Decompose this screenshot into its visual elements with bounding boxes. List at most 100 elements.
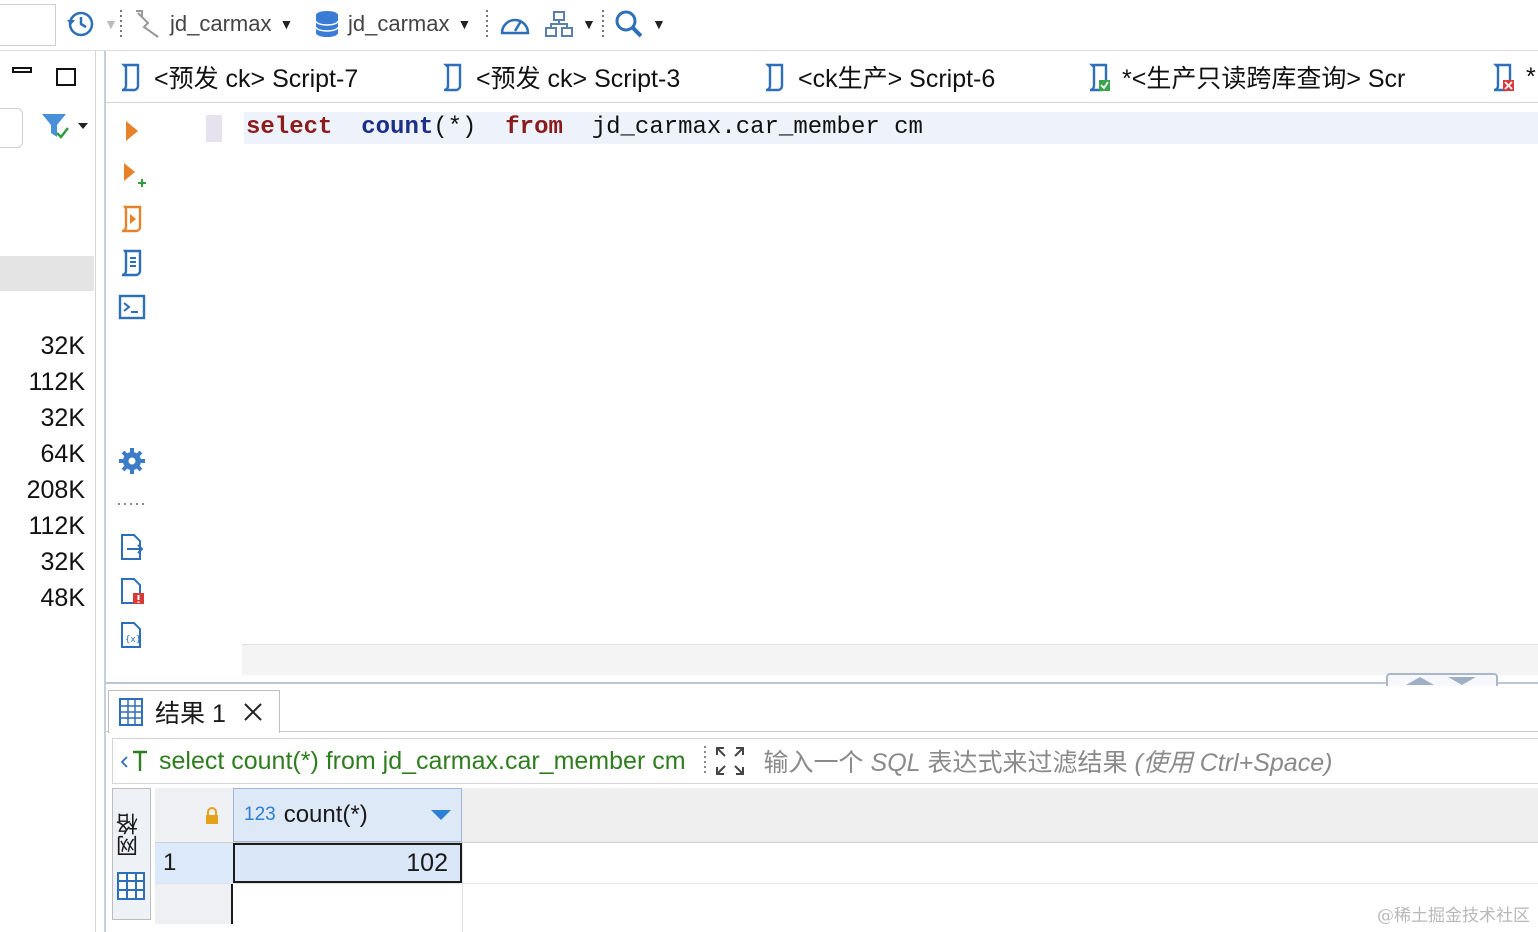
filter-placeholder-sql: SQL [870,749,921,777]
editor-horizontal-scrollbar[interactable] [242,644,1538,675]
toolbar-separator [120,10,122,38]
tab-results-1[interactable]: 结果 1 [108,690,280,733]
search-icon [615,10,643,38]
tab-script-6[interactable]: <ck生产> Script-6 [762,52,995,102]
navigator-panel: 32K 112K 32K 64K 208K 112K 32K 48K [0,51,96,932]
row-number-empty [155,884,233,924]
toolbar-separator [118,503,146,505]
maximize-icon[interactable] [56,68,76,86]
sql-table-reference: jd_carmax.car_member cm [591,114,923,141]
editor-tab-bar: <预发 ck> Script-7 <预发 ck> Script-3 <ck生产>… [106,52,1538,103]
dashboard-button[interactable] [498,8,532,40]
table-grid-icon [119,698,143,726]
connection-caret-icon: ▼ [279,16,294,32]
tab-readonly-query[interactable]: *<生产只读跨库查询> Scr [1086,52,1405,102]
size-value: 48K [40,584,85,612]
filter-query-text: select count(*) from jd_carmax.car_membe… [159,746,686,775]
export-icon[interactable] [118,533,146,561]
search-caret-icon: ▼ [652,16,666,32]
filter-placeholder-prefix: 输入一个 [763,749,864,777]
tab-label: *<生产只读跨库查询> Scr [1122,65,1406,93]
size-value: 112K [28,368,85,396]
filter-input[interactable]: 输入一个 SQL 表达式来过滤结果 (使用 Ctrl+Space) [764,743,1333,779]
database-label: jd_carmax [348,11,450,36]
size-value: 112K [28,512,85,540]
variables-icon[interactable]: {x} [118,621,146,649]
tab-label: <预发 ck> Script-3 [476,65,681,93]
row-number-header[interactable] [155,788,234,842]
filter-placeholder-middle: 表达式来过滤结果 [927,749,1128,777]
history-button[interactable]: ▼ [64,8,118,40]
settings-gear-icon[interactable] [118,447,146,475]
tab-script-3[interactable]: <预发 ck> Script-3 [440,52,680,102]
filter-icon [42,114,88,139]
tab-label: * [1526,62,1536,91]
connection-plug-icon [136,10,159,38]
tab-label: <ck生产> Script-6 [798,65,996,93]
navigator-search-input[interactable] [0,108,23,148]
size-value: 64K [40,440,85,468]
close-icon[interactable] [242,701,264,723]
schema-compare-button[interactable]: ▼ [544,8,596,40]
grid-view-toggle[interactable]: 网格 [112,788,151,920]
gauge-icon [500,18,530,35]
execute-statement-icon[interactable] [118,117,146,145]
connection-label: jd_carmax [170,11,272,36]
row-number[interactable]: 1 [155,843,233,883]
column-header-count[interactable]: 123 count(*) [233,788,462,842]
sql-editor-text[interactable]: select count(*) from jd_carmax.car_membe… [246,112,923,144]
filter-separator [703,746,706,776]
database-caret-icon: ▼ [457,16,472,32]
toolbar-input-box[interactable] [0,4,56,46]
column-type-badge: 123 [244,804,276,825]
tab-overflow[interactable]: * [1490,52,1536,102]
size-value: 32K [40,548,85,576]
execute-in-new-tab-icon[interactable] [118,161,146,189]
file-error-icon[interactable] [118,577,146,605]
editor-action-bar: {x} [106,103,161,683]
history-caret-icon: ▼ [104,16,118,32]
sql-keyword-select: select [246,114,333,141]
column-header-label: count(*) [283,801,368,828]
schema-caret-icon: ▼ [582,16,596,32]
sql-script-icon [121,63,140,92]
grid-side-label: 网格 [116,813,141,857]
sql-keyword-from: from [505,114,563,141]
sort-dropdown-icon[interactable] [429,808,453,822]
svg-text:{x}: {x} [125,635,141,645]
grid-column-divider [462,843,463,932]
size-value: 32K [40,332,85,360]
terminal-icon[interactable] [118,293,146,321]
size-value: 32K [40,404,85,432]
execute-script-icon[interactable] [118,205,146,233]
sql-text-icon [120,750,147,771]
filter-placeholder-hint: (使用 Ctrl+Space) [1134,749,1333,777]
results-filter-bar: select count(*) from jd_carmax.car_membe… [112,738,1538,784]
selected-tree-row[interactable] [0,256,94,291]
explain-plan-icon[interactable] [118,249,146,277]
database-icon [315,11,339,37]
watermark: @稀土掘金技术社区 [1377,906,1530,926]
connection-selector[interactable]: jd_carmax ▼ [134,8,293,40]
results-tab-bar [106,686,1538,732]
sql-script-ok-icon [1089,63,1110,92]
sql-script-error-icon [1493,63,1514,92]
toolbar-separator [486,10,488,38]
expand-corners-icon[interactable] [714,745,746,777]
editor-results-splitter[interactable] [106,682,1538,684]
toolbar-separator [602,10,604,38]
result-cell-count[interactable]: 102 [233,843,462,883]
sql-count-argument: (*) [433,114,477,141]
main-toolbar: ▼ jd_carmax ▼ jd_carmax ▼ ▼ ▼ [0,0,1538,51]
sql-function-count: count [361,114,434,141]
grid-icon [117,872,145,900]
lock-icon [206,807,218,824]
search-button[interactable]: ▼ [614,8,666,40]
tab-label: <预发 ck> Script-7 [154,65,359,93]
minimize-icon[interactable] [12,67,32,73]
filter-button[interactable] [40,111,90,146]
sql-script-icon [765,63,784,92]
tab-script-7[interactable]: <预发 ck> Script-7 [118,52,358,102]
current-line-marker [206,115,222,142]
database-selector[interactable]: jd_carmax ▼ [314,8,471,40]
